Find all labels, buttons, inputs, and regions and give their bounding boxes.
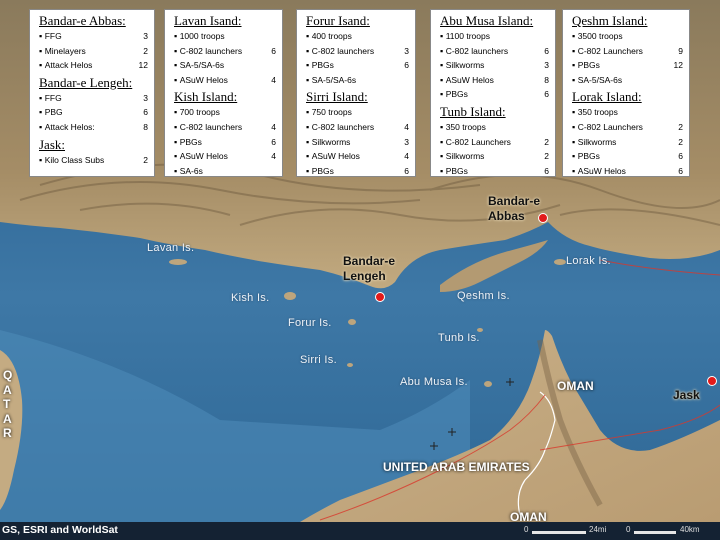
label-tunb-island: Tunb Is. xyxy=(438,332,480,344)
list-item: PBGs6 xyxy=(440,164,549,179)
list-item: Silkworms3 xyxy=(440,58,549,73)
forur-island-shape xyxy=(348,319,356,325)
list-item: ASuW Helos4 xyxy=(174,73,276,88)
country-label-uae: UNITED ARAB EMIRATES xyxy=(383,460,530,474)
section-title: Bandar-e Abbas: xyxy=(39,13,126,28)
section-title: Abu Musa Island: xyxy=(440,13,534,28)
list-item: PBGs6 xyxy=(306,164,409,179)
list-item: Attack Helos:8 xyxy=(39,120,148,135)
country-label-oman-north: OMAN xyxy=(557,379,594,393)
abu-musa-island-shape xyxy=(484,381,492,387)
list-item: 750 troops xyxy=(306,105,409,120)
list-item: Silkworms2 xyxy=(440,149,549,164)
country-label-qatar: Q A T A R xyxy=(3,368,13,440)
info-box-lavan-kish: Lavan Isand: 1000 troops C-802 launchers… xyxy=(164,9,283,177)
scale-miles-label: 24mi xyxy=(589,525,607,534)
label-sirri-island: Sirri Is. xyxy=(300,354,337,366)
label-lavan-island: Lavan Is. xyxy=(147,242,195,254)
list-item: C-802 Launchers2 xyxy=(572,120,683,135)
label-lorak-island: Lorak Is. xyxy=(566,255,611,267)
scale-km-label: 40km xyxy=(680,525,700,534)
info-box-abu-musa-tunb: Abu Musa Island: 1100 troops C-802 launc… xyxy=(430,9,556,177)
list-item: 700 troops xyxy=(174,105,276,120)
list-item: ASuW Helos8 xyxy=(440,73,549,88)
city-marker-bandar-abbas xyxy=(538,213,548,223)
list-item: SA-5/SA-6s xyxy=(174,58,276,73)
city-label-bandar-abbas: Bandar-e Abbas xyxy=(488,194,541,223)
lavan-island-shape xyxy=(169,259,187,265)
section-title: Lorak Island: xyxy=(572,89,642,105)
map-footer: GS, ESRI and WorldSat 0 24mi 0 40km xyxy=(0,522,720,540)
city-marker-jask xyxy=(707,376,717,386)
label-abu-musa-island: Abu Musa Is. xyxy=(400,376,468,388)
list-item: ASuW Helos6 xyxy=(572,164,683,179)
list-item: PBGs6 xyxy=(306,58,409,73)
scale-bar-miles xyxy=(532,531,586,534)
section-title: Kish Island: xyxy=(174,89,238,105)
list-item: 1100 troops xyxy=(440,29,549,44)
list-item: C-802 launchers4 xyxy=(306,120,409,135)
section-title: Qeshm Island: xyxy=(572,13,648,28)
city-label-bandar-lengeh: Bandar-e Lengeh xyxy=(343,254,396,283)
list-item: Silkworms2 xyxy=(572,135,683,150)
info-box-forur-sirri: Forur Isand: 400 troops C-802 launchers3… xyxy=(296,9,416,177)
list-item: 350 troops xyxy=(440,120,549,135)
section-title: Sirri Island: xyxy=(306,89,368,105)
label-qeshm-island: Qeshm Is. xyxy=(457,290,510,302)
list-item: Silkworms3 xyxy=(306,135,409,150)
list-item: Attack Helos12 xyxy=(39,58,148,73)
list-item: 350 troops xyxy=(572,105,683,120)
list-item: FFG3 xyxy=(39,91,148,106)
list-item: C-802 launchers4 xyxy=(174,120,276,135)
list-item: Kilo Class Subs2 xyxy=(39,153,148,168)
section-title: Jask: xyxy=(39,136,65,152)
list-item: C-802 launchers3 xyxy=(306,44,409,59)
list-item: SA-5/SA-6s xyxy=(572,73,683,88)
list-item: ASuW Helos4 xyxy=(174,149,276,164)
list-item: 3500 troops xyxy=(572,29,683,44)
list-item: C-802 launchers6 xyxy=(174,44,276,59)
list-item: C-802 Launchers9 xyxy=(572,44,683,59)
list-item: 400 troops xyxy=(306,29,409,44)
list-item: SA-6s xyxy=(174,164,276,179)
list-item: C-802 Launchers2 xyxy=(440,135,549,150)
list-item: C-802 launchers6 xyxy=(440,44,549,59)
section-title: Forur Isand: xyxy=(306,13,370,28)
scale-km-zero: 0 xyxy=(626,525,631,534)
city-label-jask: Jask xyxy=(673,388,700,402)
label-kish-island: Kish Is. xyxy=(231,292,270,304)
list-item: 1000 troops xyxy=(174,29,276,44)
section-title: Tunb Island: xyxy=(440,103,506,119)
list-item: FFG3 xyxy=(39,29,148,44)
sirri-island-shape xyxy=(347,363,353,367)
section-title: Bandar-e Lengeh: xyxy=(39,74,133,90)
list-item: PBG6 xyxy=(39,105,148,120)
info-box-bandar-abbas-lengeh-jask: Bandar-e Abbas: FFG3 Minelayers2 Attack … xyxy=(29,9,155,177)
list-item: Minelayers2 xyxy=(39,44,148,59)
city-marker-bandar-lengeh xyxy=(375,292,385,302)
list-item: ASuW Helos4 xyxy=(306,149,409,164)
lorak-island-shape xyxy=(554,259,566,265)
list-item: PBGs12 xyxy=(572,58,683,73)
info-box-qeshm-lorak: Qeshm Island: 3500 troops C-802 Launcher… xyxy=(562,9,690,177)
list-item: SA-5/SA-6s xyxy=(306,73,409,88)
label-forur-island: Forur Is. xyxy=(288,317,332,329)
list-item: PBGs6 xyxy=(572,149,683,164)
data-credit: GS, ESRI and WorldSat xyxy=(2,524,118,536)
list-item: PBGs6 xyxy=(174,135,276,150)
scale-bar-km xyxy=(634,531,676,534)
kish-island-shape xyxy=(284,292,296,300)
list-item: PBGs6 xyxy=(440,87,549,102)
section-title: Lavan Isand: xyxy=(174,13,242,28)
scale-miles-zero: 0 xyxy=(524,525,529,534)
